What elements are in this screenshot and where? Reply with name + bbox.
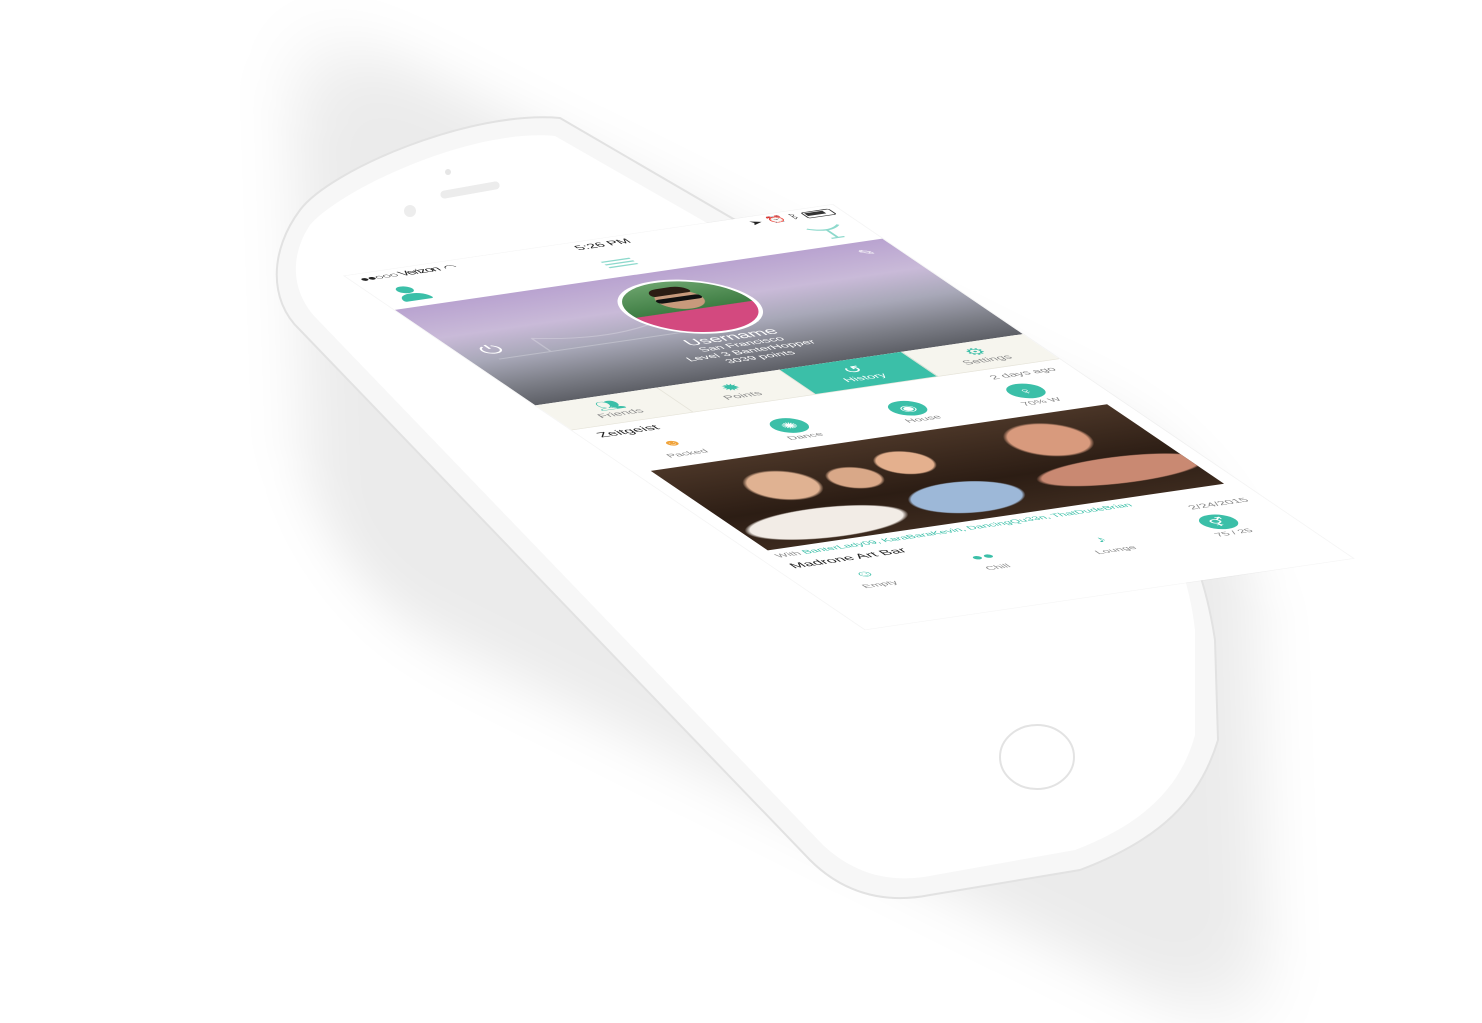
location-icon: ➤ [745,218,767,227]
vibe-label: Chill [982,562,1014,572]
profile-icon[interactable] [383,284,437,303]
menu-icon[interactable] [599,257,638,269]
mockup-stage: ●●○○○ Verizon ◠ 5:26 PM ➤ ⏰ ᛒ ⏻ ✎ Userna… [0,0,1482,1023]
alarm-icon: ⏰ [762,215,790,225]
tab-label: Settings [959,353,1016,367]
app-logo-icon[interactable] [801,222,860,241]
edit-icon[interactable]: ✎ [854,246,887,258]
